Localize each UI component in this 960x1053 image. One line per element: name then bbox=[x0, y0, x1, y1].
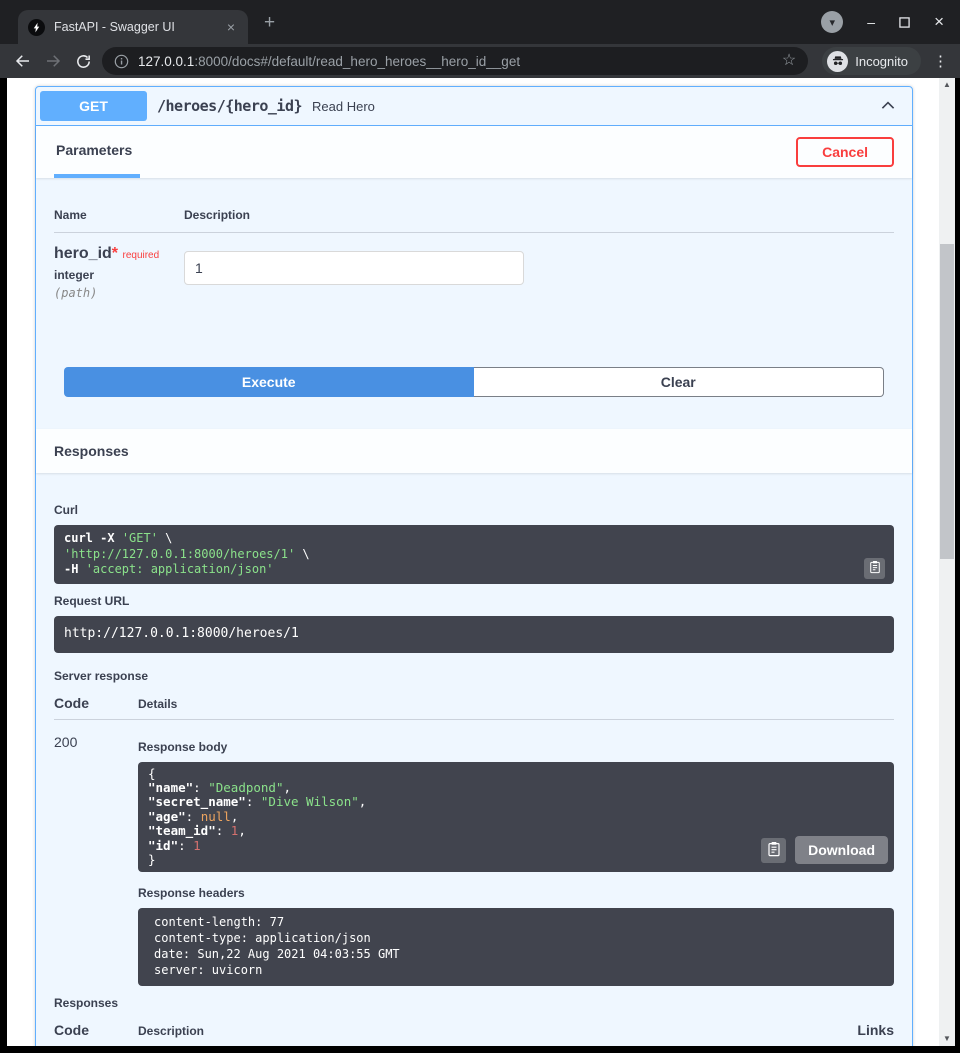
bookmark-star-icon[interactable]: ☆ bbox=[782, 53, 796, 69]
tab-bar: FastAPI - Swagger UI × + ▾ – × bbox=[0, 0, 960, 44]
opblock-summary[interactable]: GET /heroes/{hero_id} Read Hero bbox=[36, 87, 912, 126]
scroll-up-icon[interactable]: ▲ bbox=[939, 78, 955, 92]
tab-title: FastAPI - Swagger UI bbox=[54, 20, 215, 34]
browser-window: FastAPI - Swagger UI × + ▾ – × 127.0.0. bbox=[0, 0, 960, 1053]
clipboard-icon bbox=[869, 560, 881, 577]
curl-command-block: curl -X 'GET' \ 'http://127.0.0.1:8000/h… bbox=[54, 525, 894, 584]
page-area: GET /heroes/{hero_id} Read Hero Paramete… bbox=[0, 78, 960, 1053]
scroll-down-icon[interactable]: ▼ bbox=[939, 1032, 955, 1046]
incognito-icon bbox=[827, 51, 848, 72]
forward-button[interactable] bbox=[42, 52, 64, 70]
doc-links-header: Links bbox=[857, 1022, 894, 1038]
parameter-name: hero_id bbox=[54, 245, 112, 262]
chevron-up-icon bbox=[880, 99, 896, 114]
cancel-button[interactable]: Cancel bbox=[796, 137, 894, 167]
tab-parameters[interactable]: Parameters bbox=[54, 126, 140, 178]
required-label: required bbox=[122, 250, 159, 261]
responses-table-title: Responses bbox=[54, 996, 894, 1010]
collapse-button[interactable] bbox=[880, 99, 896, 114]
url-bar[interactable]: 127.0.0.1:8000/docs#/default/read_hero_h… bbox=[102, 47, 808, 75]
browser-tab[interactable]: FastAPI - Swagger UI × bbox=[18, 10, 248, 44]
copy-curl-button[interactable] bbox=[864, 558, 885, 579]
maximize-button[interactable] bbox=[899, 17, 910, 28]
hero-id-input[interactable] bbox=[184, 251, 524, 285]
clipboard-icon bbox=[767, 841, 781, 860]
tab-close-icon[interactable]: × bbox=[224, 20, 238, 34]
fastapi-favicon-icon bbox=[28, 19, 45, 36]
parameter-row: hero_id* required integer (path) bbox=[54, 233, 894, 300]
response-headers-text: content-length: 77content-type: applicat… bbox=[154, 915, 878, 978]
request-url-text: http://127.0.0.1:8000/heroes/1 bbox=[64, 626, 299, 641]
parameter-location: (path) bbox=[54, 286, 184, 300]
request-url-label: Request URL bbox=[54, 594, 894, 608]
url-path: :8000/docs#/default/read_hero_heroes__he… bbox=[194, 54, 520, 69]
url-text[interactable]: 127.0.0.1:8000/docs#/default/read_hero_h… bbox=[138, 54, 773, 69]
parameters-body: Name Description hero_id* required integ… bbox=[36, 178, 912, 429]
doc-description-header: Description bbox=[138, 1024, 857, 1038]
required-asterisk: * bbox=[112, 245, 118, 262]
opblock-get: GET /heroes/{hero_id} Read Hero Paramete… bbox=[35, 86, 913, 1046]
clear-button[interactable]: Clear bbox=[474, 367, 885, 397]
scrollbar-thumb[interactable] bbox=[940, 244, 954, 559]
response-row-200: 200 Response body { "name": "Deadpond", … bbox=[54, 720, 894, 986]
status-code: 200 bbox=[54, 734, 138, 986]
response-headers-label: Response headers bbox=[138, 886, 894, 900]
response-body-label: Response body bbox=[138, 740, 894, 754]
column-header-name: Name bbox=[54, 208, 184, 222]
curl-label: Curl bbox=[54, 503, 894, 517]
responses-doc-table: Code Description Links 200 No links bbox=[54, 1022, 894, 1046]
responses-body: Curl curl -X 'GET' \ 'http://127.0.0.1:8… bbox=[36, 473, 912, 1046]
code-column-header: Code bbox=[54, 695, 138, 711]
reload-button[interactable] bbox=[72, 53, 94, 70]
swagger-page: GET /heroes/{hero_id} Read Hero Paramete… bbox=[7, 78, 939, 1046]
browser-toolbar: 127.0.0.1:8000/docs#/default/read_hero_h… bbox=[0, 44, 960, 78]
response-body-block: { "name": "Deadpond", "secret_name": "Di… bbox=[138, 762, 894, 873]
back-button[interactable] bbox=[12, 52, 34, 70]
browser-menu-icon[interactable]: ⋮ bbox=[933, 52, 948, 70]
new-tab-button[interactable]: + bbox=[264, 13, 275, 32]
response-headers-block: content-length: 77content-type: applicat… bbox=[138, 908, 894, 985]
doc-code-header: Code bbox=[54, 1022, 138, 1038]
parameters-header: Parameters Cancel bbox=[36, 126, 912, 178]
execute-button[interactable]: Execute bbox=[64, 367, 474, 397]
copy-response-button[interactable] bbox=[761, 838, 786, 863]
url-host: 127.0.0.1 bbox=[138, 54, 194, 69]
endpoint-summary: Read Hero bbox=[312, 99, 375, 114]
curl-command-text: curl -X 'GET' \ 'http://127.0.0.1:8000/h… bbox=[64, 531, 884, 578]
server-response-label: Server response bbox=[54, 669, 894, 683]
window-menu-icon[interactable]: ▾ bbox=[821, 11, 843, 33]
close-window-button[interactable]: × bbox=[934, 12, 944, 32]
details-column-header: Details bbox=[138, 697, 177, 711]
request-url-block: http://127.0.0.1:8000/heroes/1 bbox=[54, 616, 894, 653]
incognito-label: Incognito bbox=[855, 54, 908, 69]
incognito-badge: Incognito bbox=[822, 47, 921, 75]
responses-header: Responses bbox=[36, 429, 912, 473]
method-badge: GET bbox=[40, 91, 147, 121]
site-info-icon[interactable] bbox=[114, 54, 129, 69]
page-scrollbar[interactable]: ▲ ▼ bbox=[939, 78, 955, 1046]
responses-title: Responses bbox=[54, 443, 129, 459]
column-header-description: Description bbox=[184, 208, 250, 222]
parameter-type: integer bbox=[54, 268, 184, 282]
download-button[interactable]: Download bbox=[795, 836, 888, 864]
minimize-button[interactable]: – bbox=[867, 14, 875, 30]
endpoint-path: /heroes/{hero_id} bbox=[157, 97, 302, 115]
server-response-table: Code Details 200 Response body { "name":… bbox=[54, 695, 894, 986]
